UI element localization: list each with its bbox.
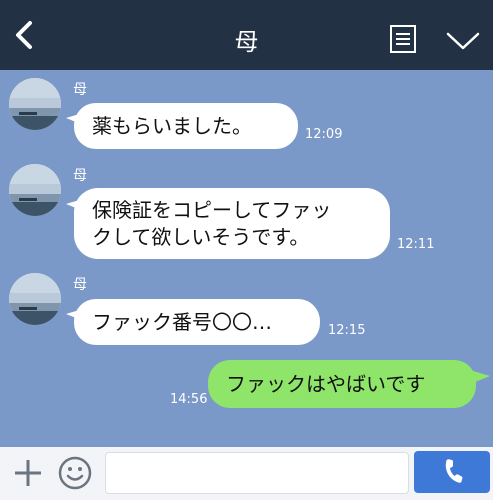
chat-title: 母 (234, 28, 259, 56)
message-bubble[interactable]: 保険証をコピーしてファッ クして欲しいそうです。 (74, 188, 390, 259)
chevron-down-icon[interactable] (446, 30, 480, 52)
chat-header: 母 (0, 0, 493, 70)
message-bubble-outgoing[interactable]: ファックはやばいです (208, 360, 476, 408)
message-text: 薬もらいました。 (92, 113, 252, 138)
sender-name: 母 (73, 277, 87, 293)
message-time: 12:11 (397, 237, 435, 252)
message-text-line: クして欲しいそうです。 (92, 224, 310, 249)
avatar[interactable] (9, 78, 61, 130)
message-time: 14:56 (170, 392, 208, 407)
message-text: ファック番号〇〇… (92, 309, 272, 334)
smiley-icon[interactable] (57, 455, 93, 491)
document-list-icon[interactable] (389, 24, 417, 54)
call-button[interactable] (414, 451, 490, 493)
message-bubble[interactable]: 薬もらいました。 (74, 103, 298, 149)
phone-icon (445, 459, 463, 483)
message-time: 12:09 (305, 127, 343, 142)
message-input[interactable] (105, 452, 409, 494)
message-text-line: 保険証をコピーしてファッ (92, 197, 332, 222)
bubble-tail (470, 370, 490, 384)
message-time: 12:15 (328, 323, 366, 338)
avatar[interactable] (9, 164, 61, 216)
avatar[interactable] (9, 273, 61, 325)
sender-name: 母 (73, 168, 87, 184)
message-bubble[interactable]: ファック番号〇〇… (74, 299, 320, 345)
sender-name: 母 (73, 82, 87, 98)
message-text: ファックはやばいです (226, 371, 426, 396)
plus-icon[interactable] (12, 457, 44, 489)
